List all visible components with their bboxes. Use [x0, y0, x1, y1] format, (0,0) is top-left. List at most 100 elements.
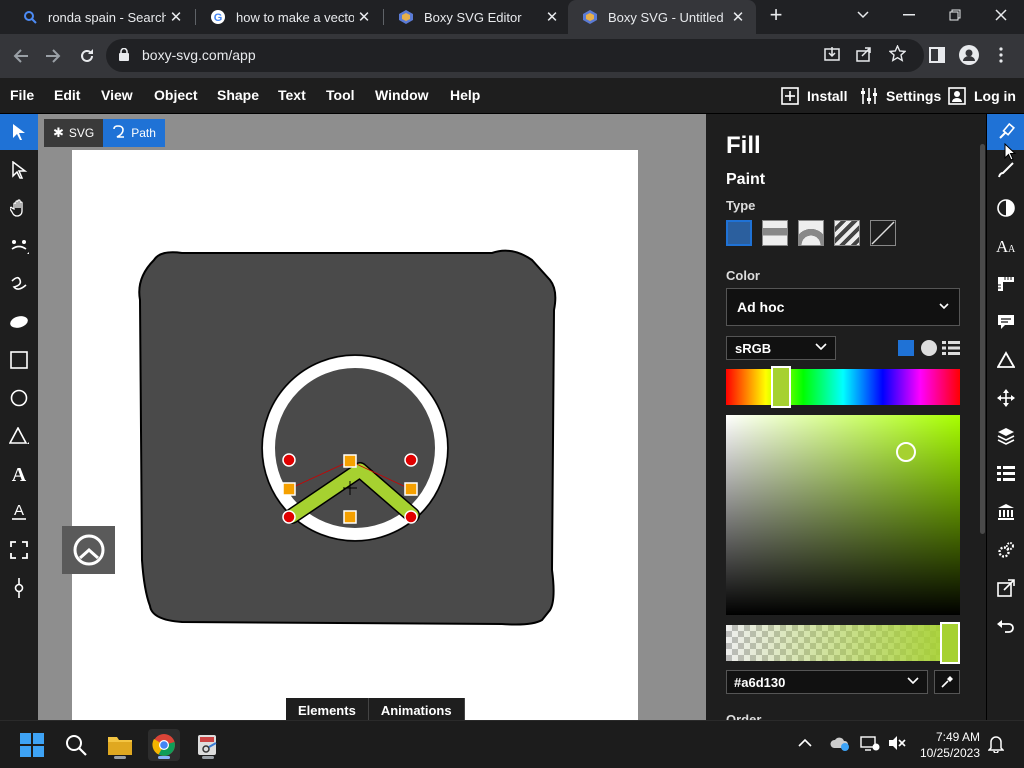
paint-type-pattern[interactable]: [834, 220, 860, 246]
wheel-picker-icon[interactable]: [921, 340, 937, 356]
side-panel-icon[interactable]: [924, 42, 950, 68]
compositing-panel-button[interactable]: [987, 190, 1024, 226]
rounded-square-shape[interactable]: [138, 249, 557, 626]
bookmark-star-icon[interactable]: [888, 44, 907, 67]
address-bar[interactable]: boxy-svg.com/app: [106, 39, 924, 72]
drawing-canvas[interactable]: [72, 150, 638, 720]
tab-elements[interactable]: Elements: [286, 698, 369, 720]
share-icon[interactable]: [856, 46, 872, 67]
history-panel-button[interactable]: [987, 608, 1024, 644]
crop-tool[interactable]: [0, 532, 38, 568]
paint-type-radial-gradient[interactable]: [798, 220, 824, 246]
geometry-panel-button[interactable]: [987, 266, 1024, 302]
canvas-area[interactable]: ✱ SVG Path Elements Animations: [38, 114, 706, 720]
browser-tab[interactable]: G how to make a vector i ✕: [196, 0, 382, 34]
ellipse-tool[interactable]: [0, 380, 38, 416]
browser-tab[interactable]: Boxy SVG Editor ✕: [384, 0, 570, 34]
menu-object[interactable]: Object: [154, 87, 198, 103]
saturation-value-picker[interactable]: [726, 415, 960, 615]
hue-slider-handle[interactable]: [771, 366, 791, 408]
path-context-button[interactable]: Path: [103, 119, 165, 147]
close-icon[interactable]: ✕: [728, 8, 748, 26]
control-point-handle[interactable]: [282, 510, 296, 524]
paint-type-none[interactable]: [870, 220, 896, 246]
color-space-select[interactable]: sRGB: [726, 336, 836, 360]
freehand-tool[interactable]: [0, 266, 38, 302]
library-panel-button[interactable]: [987, 494, 1024, 530]
browser-tab[interactable]: ronda spain - Search ✕: [8, 0, 194, 34]
notification-bell-icon[interactable]: [987, 735, 1005, 756]
comments-panel-button[interactable]: [987, 304, 1024, 340]
panel-scrollbar[interactable]: [980, 144, 985, 534]
node-handle[interactable]: [343, 454, 357, 468]
node-handle[interactable]: [404, 482, 418, 496]
svg-context-button[interactable]: ✱ SVG: [44, 119, 104, 147]
hue-slider[interactable]: [726, 366, 960, 408]
menu-text[interactable]: Text: [278, 87, 306, 103]
chevron-up-icon[interactable]: [798, 735, 812, 751]
browser-tab-active[interactable]: Boxy SVG - Untitled [Ec ✕: [568, 0, 756, 34]
lock-icon[interactable]: [119, 47, 129, 66]
onedrive-icon[interactable]: [830, 735, 850, 754]
square-picker-icon[interactable]: [898, 340, 914, 356]
close-icon[interactable]: ✕: [542, 8, 562, 26]
tab-search-icon[interactable]: [840, 0, 886, 30]
network-icon[interactable]: [860, 735, 880, 754]
reload-icon[interactable]: [72, 41, 102, 71]
settings-button[interactable]: Settings: [860, 85, 941, 107]
snipping-tool-button[interactable]: [192, 729, 224, 761]
volume-muted-icon[interactable]: [888, 735, 906, 754]
rectangle-tool[interactable]: [0, 342, 38, 378]
paint-type-linear-gradient[interactable]: [762, 220, 788, 246]
saturation-value-handle[interactable]: [896, 442, 916, 462]
text-path-tool[interactable]: A: [0, 494, 38, 530]
back-icon[interactable]: [6, 41, 36, 71]
elements-panel-button[interactable]: [987, 456, 1024, 492]
face-tool[interactable]: [0, 228, 38, 264]
pin-tool[interactable]: [0, 570, 38, 606]
node-handle[interactable]: [343, 510, 357, 524]
edit-tool[interactable]: [0, 152, 38, 188]
shape-panel-button[interactable]: [987, 342, 1024, 378]
kebab-menu-icon[interactable]: [988, 42, 1014, 68]
profile-icon[interactable]: [956, 42, 982, 68]
export-panel-button[interactable]: [987, 570, 1024, 606]
eyedropper-button[interactable]: [934, 670, 960, 694]
install-app-icon[interactable]: [824, 46, 840, 67]
file-explorer-button[interactable]: [104, 729, 136, 761]
control-point-handle[interactable]: [282, 453, 296, 467]
list-picker-icon[interactable]: [942, 341, 960, 360]
defs-panel-button[interactable]: [987, 418, 1024, 454]
system-clock[interactable]: 7:49 AM 10/25/2023: [920, 729, 980, 761]
close-window-icon[interactable]: [978, 0, 1024, 30]
new-tab-button[interactable]: +: [756, 0, 796, 30]
triangle-tool[interactable]: [0, 418, 38, 454]
transform-panel-button[interactable]: [987, 380, 1024, 416]
minimize-icon[interactable]: [886, 0, 932, 30]
login-button[interactable]: Log in: [948, 85, 1016, 107]
install-button[interactable]: Install: [781, 85, 847, 107]
menu-help[interactable]: Help: [450, 87, 480, 103]
paint-type-solid[interactable]: [726, 220, 752, 246]
generators-panel-button[interactable]: [987, 532, 1024, 568]
forward-icon[interactable]: [38, 41, 68, 71]
alpha-slider-handle[interactable]: [940, 622, 960, 664]
start-button[interactable]: [16, 729, 48, 761]
menu-tool[interactable]: Tool: [326, 87, 355, 103]
artboard[interactable]: [72, 150, 638, 720]
control-point-handle[interactable]: [404, 510, 418, 524]
taskbar-search-button[interactable]: [60, 729, 92, 761]
chrome-button[interactable]: [148, 729, 180, 761]
pan-tool[interactable]: [0, 190, 38, 226]
restore-icon[interactable]: [932, 0, 978, 30]
typography-panel-button[interactable]: AA: [987, 228, 1024, 264]
blob-tool[interactable]: [0, 304, 38, 340]
menu-file[interactable]: File: [10, 87, 34, 103]
tab-animations[interactable]: Animations: [368, 698, 465, 720]
menu-shape[interactable]: Shape: [217, 87, 259, 103]
node-handle[interactable]: [282, 482, 296, 496]
close-icon[interactable]: ✕: [354, 8, 374, 26]
close-icon[interactable]: ✕: [166, 8, 186, 26]
text-tool[interactable]: A: [0, 456, 38, 492]
menu-view[interactable]: View: [101, 87, 133, 103]
